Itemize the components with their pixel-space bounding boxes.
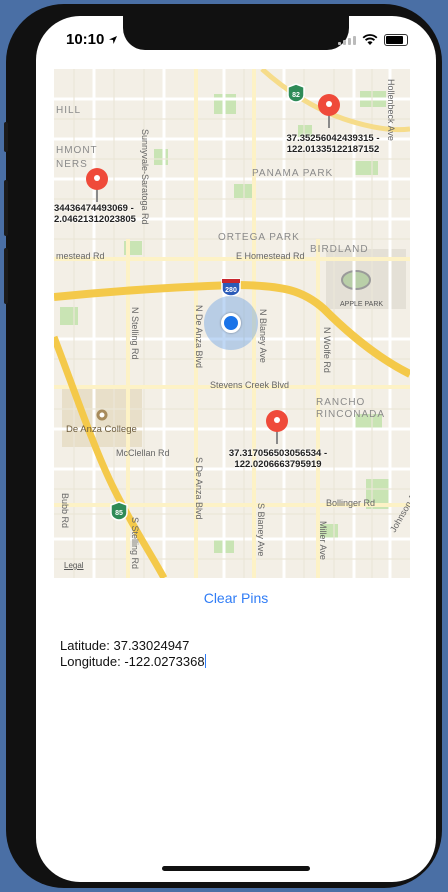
map-pin-icon[interactable] bbox=[316, 93, 342, 129]
pin-caption-line: 122.01335122187152 bbox=[286, 144, 380, 155]
street-label: Stevens Creek Blvd bbox=[210, 380, 290, 390]
notch bbox=[123, 16, 349, 50]
pin-caption: 37.35256042439315 - 122.01335122187152 bbox=[270, 133, 396, 155]
pin-caption-line: 37.35256042439315 - bbox=[286, 133, 380, 144]
street-label: S Stelling Rd bbox=[130, 517, 140, 570]
highway-82-shield-text: 82 bbox=[292, 92, 300, 99]
map-partial-label: HILL bbox=[56, 105, 82, 116]
map-area-label: PANAMA PARK bbox=[252, 168, 334, 179]
status-indicators bbox=[338, 34, 408, 46]
street-label: mestead Rd bbox=[56, 251, 105, 261]
map-area-label: RANCHO bbox=[316, 397, 366, 408]
street-label: S Blaney Ave bbox=[256, 503, 266, 557]
longitude-text: Longitude: -122.0273368 bbox=[60, 654, 205, 669]
street-label: S De Anza Blvd bbox=[194, 457, 204, 520]
street-label: N Blaney Ave bbox=[258, 309, 268, 363]
highway-85-shield-text: 85 bbox=[115, 510, 123, 517]
latitude-text: Latitude: 37.33024947 bbox=[60, 638, 190, 653]
status-bar-time: 10:10 bbox=[66, 31, 118, 48]
screen: 10:10 280 85 82 PANAMA PARK ORTEGA PARK … bbox=[36, 16, 436, 882]
location-arrow-icon bbox=[109, 35, 118, 44]
pin-caption-line: 34436474493069 - bbox=[54, 203, 134, 214]
street-label: Hollenbeck Ave bbox=[386, 79, 396, 141]
longitude-line: Longitude: -122.0273368 bbox=[60, 654, 206, 670]
street-label: N Stelling Rd bbox=[130, 307, 140, 360]
street-label: Sunnyvale-Saratoga Rd bbox=[140, 129, 150, 225]
map-area-label: ORTEGA PARK bbox=[218, 232, 300, 243]
street-label: Bollinger Rd bbox=[326, 498, 376, 508]
battery-icon bbox=[384, 34, 408, 46]
pin-caption-line: 2.04621312023805 bbox=[54, 214, 136, 225]
wifi-icon bbox=[362, 34, 378, 45]
map-area-label: BIRDLAND bbox=[310, 244, 369, 255]
home-indicator[interactable] bbox=[162, 866, 310, 871]
street-label: E Homestead Rd bbox=[236, 251, 305, 261]
map-partial-label: HMONT bbox=[56, 145, 98, 156]
mute-switch bbox=[4, 122, 8, 152]
clear-pins-button[interactable]: Clear Pins bbox=[36, 590, 436, 606]
pin-caption-line: 122.0206663795919 bbox=[234, 459, 322, 470]
highway-85-shield-icon: 85 bbox=[110, 501, 128, 521]
highway-82-shield-icon: 82 bbox=[287, 83, 305, 103]
street-label: Bubb Rd bbox=[60, 493, 70, 529]
text-cursor bbox=[204, 654, 206, 668]
map-pin-icon[interactable] bbox=[84, 167, 110, 203]
college-poi-icon bbox=[96, 409, 108, 421]
highway-280-shield-text: 280 bbox=[225, 287, 237, 294]
pin-caption: 37.317056503056534 - 122.0206663795919 bbox=[216, 448, 340, 470]
college-poi-label: De Anza College bbox=[66, 424, 137, 435]
coordinates-text-view[interactable]: Latitude: 37.33024947 Longitude: -122.02… bbox=[60, 638, 206, 670]
street-label: Miller Ave bbox=[318, 521, 328, 560]
street-label: N De Anza Blvd bbox=[194, 305, 204, 369]
street-label: McClellan Rd bbox=[116, 448, 170, 458]
map-pin-icon[interactable] bbox=[264, 409, 290, 445]
phone-frame: 10:10 280 85 82 PANAMA PARK ORTEGA PARK … bbox=[4, 4, 442, 888]
map-area-label: RINCONADA bbox=[316, 409, 386, 420]
pin-caption-line: 37.317056503056534 - bbox=[228, 448, 328, 459]
highway-280-shield-icon: 280 bbox=[221, 278, 241, 297]
volume-down-button bbox=[4, 248, 8, 304]
map-legal-link[interactable]: Legal bbox=[64, 561, 84, 570]
map-poi-label: APPLE PARK bbox=[340, 301, 384, 308]
pin-caption: 34436474493069 - 2.04621312023805 bbox=[54, 203, 136, 225]
clock-text: 10:10 bbox=[66, 31, 105, 48]
volume-up-button bbox=[4, 180, 8, 236]
map-view[interactable]: 280 85 82 PANAMA PARK ORTEGA PARK BIRDLA… bbox=[54, 69, 410, 578]
user-location-dot[interactable] bbox=[221, 313, 241, 333]
street-label: N Wolfe Rd bbox=[322, 327, 332, 373]
cellular-signal-icon bbox=[338, 35, 356, 45]
